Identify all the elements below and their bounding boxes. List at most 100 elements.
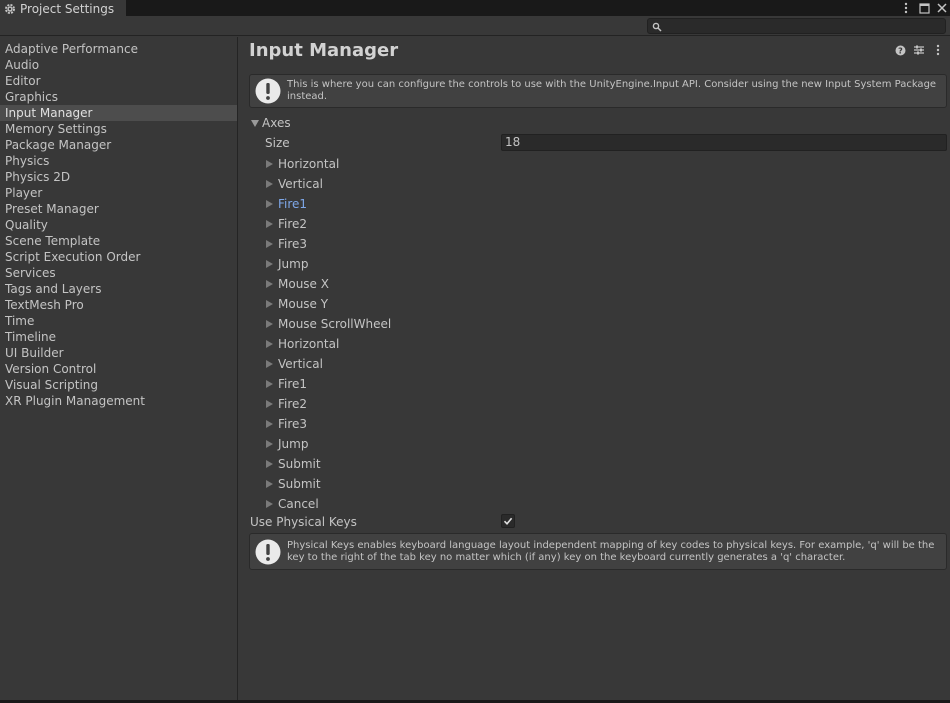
foldout-collapsed-icon bbox=[266, 240, 273, 248]
search-input[interactable] bbox=[664, 19, 942, 33]
sidebar-item-package-manager[interactable]: Package Manager bbox=[0, 137, 237, 153]
axis-label: Vertical bbox=[278, 357, 323, 371]
axis-label: Submit bbox=[278, 477, 321, 491]
foldout-collapsed-icon bbox=[266, 200, 273, 208]
axis-label: Fire3 bbox=[278, 417, 308, 431]
sidebar-item-editor[interactable]: Editor bbox=[0, 73, 237, 89]
axis-label: Submit bbox=[278, 457, 321, 471]
sidebar-item-scene-template[interactable]: Scene Template bbox=[0, 233, 237, 249]
foldout-collapsed-icon bbox=[266, 220, 273, 228]
sidebar-item-time[interactable]: Time bbox=[0, 313, 237, 329]
physical-keys-label: Use Physical Keys bbox=[250, 515, 357, 529]
axis-item[interactable]: Vertical bbox=[266, 174, 391, 194]
sidebar-item-physics[interactable]: Physics bbox=[0, 153, 237, 169]
axis-item[interactable]: Jump bbox=[266, 434, 391, 454]
close-icon[interactable] bbox=[936, 2, 948, 14]
preset-icon[interactable] bbox=[913, 44, 925, 56]
sidebar-item-services[interactable]: Services bbox=[0, 265, 237, 281]
gear-icon bbox=[4, 3, 16, 15]
foldout-collapsed-icon bbox=[266, 180, 273, 188]
axis-item[interactable]: Fire1 bbox=[266, 194, 391, 214]
axis-list: Horizontal Vertical Fire1 Fire2 Fire3 Jump Mou… bbox=[266, 154, 391, 514]
help-box-input-system: This is where you can configure the cont… bbox=[249, 74, 947, 108]
axis-label: Mouse X bbox=[278, 277, 329, 291]
axis-item[interactable]: Horizontal bbox=[266, 154, 391, 174]
sidebar-item-adaptive-performance[interactable]: Adaptive Performance bbox=[0, 41, 237, 57]
warning-icon bbox=[255, 78, 281, 104]
sidebar-item-quality[interactable]: Quality bbox=[0, 217, 237, 233]
foldout-collapsed-icon bbox=[266, 260, 273, 268]
project-settings-tab[interactable]: Project Settings bbox=[0, 0, 126, 17]
sidebar-item-script-execution-order[interactable]: Script Execution Order bbox=[0, 249, 237, 265]
axes-foldout[interactable]: Axes bbox=[251, 115, 291, 131]
page-title: Input Manager bbox=[249, 40, 399, 61]
axis-item[interactable]: Fire2 bbox=[266, 214, 391, 234]
sidebar-item-memory-settings[interactable]: Memory Settings bbox=[0, 121, 237, 137]
foldout-collapsed-icon bbox=[266, 480, 273, 488]
axis-item[interactable]: Mouse X bbox=[266, 274, 391, 294]
foldout-collapsed-icon bbox=[266, 400, 273, 408]
foldout-collapsed-icon bbox=[266, 360, 273, 368]
sidebar-item-tags-and-layers[interactable]: Tags and Layers bbox=[0, 281, 237, 297]
help-text-input-system: This is where you can configure the cont… bbox=[287, 79, 937, 102]
checkmark-icon bbox=[503, 516, 513, 526]
axis-item[interactable]: Fire2 bbox=[266, 394, 391, 414]
header-icons: ? bbox=[894, 44, 944, 56]
size-label: Size bbox=[265, 136, 290, 150]
axes-label: Axes bbox=[262, 116, 291, 130]
axis-item[interactable]: Mouse ScrollWheel bbox=[266, 314, 391, 334]
physical-keys-checkbox[interactable] bbox=[501, 514, 515, 528]
axis-label: Vertical bbox=[278, 177, 323, 191]
search-box[interactable] bbox=[647, 18, 946, 34]
axis-label: Fire2 bbox=[278, 217, 308, 231]
sidebar-item-preset-manager[interactable]: Preset Manager bbox=[0, 201, 237, 217]
sidebar-item-input-manager[interactable]: Input Manager bbox=[0, 105, 237, 121]
axis-item[interactable]: Cancel bbox=[266, 494, 391, 514]
sidebar-item-player[interactable]: Player bbox=[0, 185, 237, 201]
sidebar-item-visual-scripting[interactable]: Visual Scripting bbox=[0, 377, 237, 393]
sidebar-item-physics-2d[interactable]: Physics 2D bbox=[0, 169, 237, 185]
axis-item[interactable]: Horizontal bbox=[266, 334, 391, 354]
foldout-collapsed-icon bbox=[266, 160, 273, 168]
foldout-collapsed-icon bbox=[266, 340, 273, 348]
axis-item[interactable]: Jump bbox=[266, 254, 391, 274]
foldout-collapsed-icon bbox=[266, 420, 273, 428]
axis-label: Fire1 bbox=[278, 197, 308, 211]
sidebar-item-timeline[interactable]: Timeline bbox=[0, 329, 237, 345]
axis-label: Fire3 bbox=[278, 237, 308, 251]
foldout-expanded-icon bbox=[251, 119, 259, 127]
sidebar-item-xr-plugin-management[interactable]: XR Plugin Management bbox=[0, 393, 237, 409]
svg-text:?: ? bbox=[898, 46, 903, 55]
sidebar-item-ui-builder[interactable]: UI Builder bbox=[0, 345, 237, 361]
foldout-collapsed-icon bbox=[266, 500, 273, 508]
size-field[interactable]: 18 bbox=[501, 134, 947, 151]
help-box-physical-keys: Physical Keys enables keyboard language … bbox=[249, 533, 947, 570]
help-icon[interactable]: ? bbox=[894, 44, 906, 56]
axis-item[interactable]: Submit bbox=[266, 454, 391, 474]
axis-item[interactable]: Fire3 bbox=[266, 414, 391, 434]
axis-label: Mouse ScrollWheel bbox=[278, 317, 392, 331]
more-options-icon[interactable] bbox=[900, 2, 912, 14]
axis-label: Cancel bbox=[278, 497, 319, 511]
axis-item[interactable]: Mouse Y bbox=[266, 294, 391, 314]
axis-label: Fire1 bbox=[278, 377, 308, 391]
sidebar-item-graphics[interactable]: Graphics bbox=[0, 89, 237, 105]
axis-item[interactable]: Vertical bbox=[266, 354, 391, 374]
sidebar-item-audio[interactable]: Audio bbox=[0, 57, 237, 73]
sidebar-item-version-control[interactable]: Version Control bbox=[0, 361, 237, 377]
axis-label: Jump bbox=[278, 257, 309, 271]
foldout-collapsed-icon bbox=[266, 280, 273, 288]
axis-label: Horizontal bbox=[278, 337, 340, 351]
sidebar-item-textmesh-pro[interactable]: TextMesh Pro bbox=[0, 297, 237, 313]
physical-keys-row: Use Physical Keys bbox=[250, 513, 947, 531]
context-menu-icon[interactable] bbox=[932, 44, 944, 56]
input-manager-panel: Input Manager ? This is where you can co… bbox=[239, 37, 950, 700]
axis-item[interactable]: Fire1 bbox=[266, 374, 391, 394]
maximize-icon[interactable] bbox=[918, 2, 930, 14]
settings-sidebar: Adaptive Performance Audio Editor Graphics I… bbox=[0, 37, 238, 700]
help-text-physical-keys: Physical Keys enables keyboard language … bbox=[287, 539, 935, 563]
foldout-collapsed-icon bbox=[266, 440, 273, 448]
warning-icon bbox=[255, 539, 281, 565]
axis-item[interactable]: Submit bbox=[266, 474, 391, 494]
axis-item[interactable]: Fire3 bbox=[266, 234, 391, 254]
